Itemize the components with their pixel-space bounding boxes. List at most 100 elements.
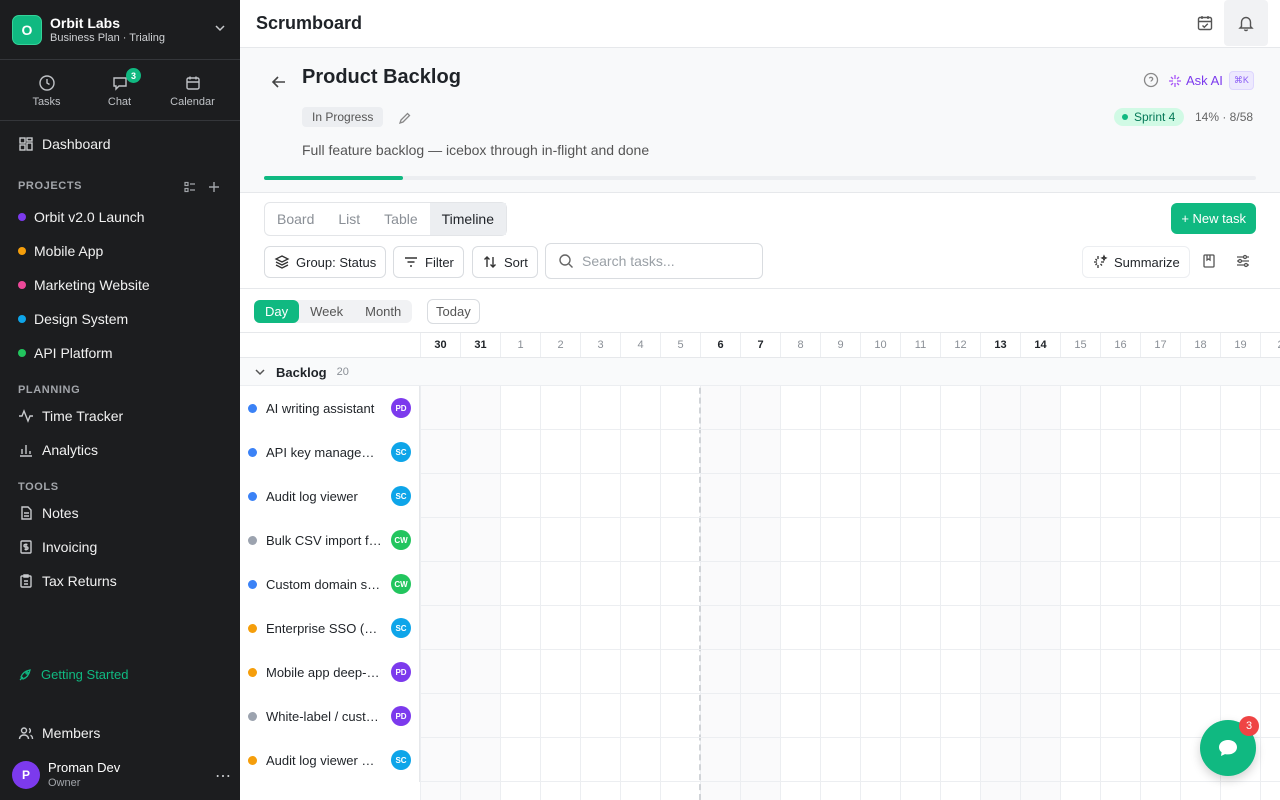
date-column-label: 16 — [1100, 333, 1140, 357]
priority-dot — [248, 623, 257, 633]
getting-started-link[interactable]: Getting Started — [18, 667, 128, 682]
quick-tasks[interactable]: Tasks — [10, 60, 83, 120]
sidebar-item-notes[interactable]: Notes — [0, 498, 240, 528]
avatar[interactable]: SC — [391, 618, 411, 638]
settings-sliders-icon[interactable] — [1235, 253, 1251, 269]
date-column-label: 18 — [1180, 333, 1220, 357]
table-row[interactable]: Custom domain support CW — [240, 562, 1280, 606]
task-name: Bulk CSV import flow — [266, 532, 382, 548]
sort-button[interactable]: Sort — [472, 246, 538, 278]
new-task-button[interactable]: + New task — [1171, 203, 1256, 234]
scale-week[interactable]: Week — [299, 300, 354, 323]
sidebar-item-analytics[interactable]: Analytics — [0, 435, 240, 465]
quick-nav: Tasks 3 Chat Calendar — [0, 60, 240, 121]
org-plan: Business Plan · Trialing — [50, 31, 165, 44]
calendar-check-button[interactable] — [1183, 0, 1227, 46]
task-label-cell[interactable]: Enterprise SSO (SAML) SC — [240, 606, 420, 650]
summarize-button[interactable]: Summarize — [1082, 246, 1190, 278]
avatar[interactable]: SC — [391, 442, 411, 462]
sidebar-item-project[interactable]: Mobile App — [0, 236, 240, 266]
back-arrow-icon[interactable] — [270, 73, 288, 91]
ask-ai-button[interactable]: Ask AI ⌘K — [1168, 71, 1254, 90]
projects-heading: PROJECTS — [18, 180, 83, 192]
status-badge[interactable]: In Progress — [302, 107, 384, 127]
search-icon — [559, 254, 573, 268]
notifications-button[interactable] — [1224, 0, 1268, 46]
avatar[interactable]: CW — [391, 574, 411, 594]
status-group-header[interactable]: Backlog 20 — [240, 358, 1280, 386]
table-row[interactable]: White-label / custom branding PD — [240, 694, 1280, 738]
sidebar-item-members[interactable]: Members — [0, 718, 240, 748]
date-column-label: 19 — [1220, 333, 1260, 357]
task-label-cell[interactable]: AI writing assistant PD — [240, 386, 420, 430]
task-label-cell[interactable]: Custom domain support CW — [240, 562, 420, 606]
task-label-cell[interactable]: White-label / custom branding PD — [240, 694, 420, 738]
chevron-down-icon — [255, 369, 265, 376]
sidebar-item-dashboard[interactable]: Dashboard — [0, 129, 240, 159]
ask-ai-label: Ask AI — [1186, 73, 1223, 88]
project-color-dot — [18, 281, 26, 289]
quick-calendar[interactable]: Calendar — [156, 60, 229, 120]
board-description: Full feature backlog — icebox through in… — [302, 142, 650, 158]
add-project-icon[interactable] — [208, 181, 220, 193]
scale-day[interactable]: Day — [254, 300, 300, 323]
user-profile[interactable]: P Proman Dev Owner ⋯ — [12, 760, 232, 790]
task-name: Audit log viewer with filters — [266, 752, 382, 768]
table-row[interactable]: Mobile app deep-linking PD — [240, 650, 1280, 694]
date-column-label: 14 — [1020, 333, 1060, 357]
avatar[interactable]: PD — [391, 398, 411, 418]
tab-board[interactable]: Board — [265, 203, 326, 235]
avatar[interactable]: SC — [391, 750, 411, 770]
app-root: O Orbit Labs Business Plan · Trialing Ta… — [0, 0, 1280, 800]
avatar[interactable]: PD — [391, 706, 411, 726]
sidebar-item-tax-returns[interactable]: Tax Returns — [0, 566, 240, 596]
sidebar-item-project[interactable]: Design System — [0, 304, 240, 334]
quick-chat[interactable]: 3 Chat — [83, 60, 156, 120]
sidebar-item-time-tracker[interactable]: Time Tracker — [0, 401, 240, 431]
sidebar-item-project[interactable]: Orbit v2.0 Launch — [0, 202, 240, 232]
task-name: Custom domain support — [266, 576, 382, 592]
task-label-cell[interactable]: Audit log viewer with filters SC — [240, 738, 420, 782]
sprint-badge[interactable]: Sprint 4 — [1114, 108, 1185, 126]
table-row[interactable]: Audit log viewer SC — [240, 474, 1280, 518]
task-label-cell[interactable]: Audit log viewer SC — [240, 474, 420, 518]
table-row[interactable]: API key management SC — [240, 430, 1280, 474]
group-count: 20 — [336, 366, 349, 378]
list-view-icon[interactable] — [184, 181, 196, 193]
org-switcher[interactable]: O Orbit Labs Business Plan · Trialing — [0, 0, 240, 60]
activity-icon — [19, 409, 33, 423]
table-row[interactable]: Enterprise SSO (SAML) SC — [240, 606, 1280, 650]
date-column-label: 3 — [580, 333, 620, 357]
bookmark-icon[interactable] — [1201, 253, 1217, 269]
today-button[interactable]: Today — [427, 299, 480, 324]
avatar[interactable]: SC — [391, 486, 411, 506]
more-options-icon[interactable]: ⋯ — [215, 766, 232, 786]
help-icon[interactable] — [1143, 72, 1159, 88]
avatar[interactable]: CW — [391, 530, 411, 550]
avatar[interactable]: PD — [391, 662, 411, 682]
date-column-label: 17 — [1140, 333, 1180, 357]
board-title: Product Backlog — [302, 66, 461, 88]
table-row[interactable]: AI writing assistant PD — [240, 386, 1280, 430]
sidebar-item-project[interactable]: Marketing Website — [0, 270, 240, 300]
sidebar-item-project[interactable]: API Platform — [0, 338, 240, 368]
chevron-down-icon — [215, 25, 225, 32]
search-input[interactable] — [582, 253, 752, 269]
scale-month[interactable]: Month — [354, 300, 412, 323]
filter-button[interactable]: Filter — [393, 246, 464, 278]
search-field[interactable] — [545, 243, 763, 279]
priority-dot — [248, 535, 257, 545]
task-name: Enterprise SSO (SAML) — [266, 620, 382, 636]
task-label-cell[interactable]: Mobile app deep-linking PD — [240, 650, 420, 694]
table-row[interactable]: Bulk CSV import flow CW — [240, 518, 1280, 562]
pencil-icon[interactable] — [398, 111, 412, 125]
table-row[interactable]: Audit log viewer with filters SC — [240, 738, 1280, 782]
sidebar-item-invoicing[interactable]: Invoicing — [0, 532, 240, 562]
tab-table[interactable]: Table — [372, 203, 429, 235]
group-by-button[interactable]: Group: Status — [264, 246, 387, 278]
priority-dot — [248, 579, 257, 589]
tab-timeline[interactable]: Timeline — [429, 203, 507, 235]
task-label-cell[interactable]: API key management SC — [240, 430, 420, 474]
task-label-cell[interactable]: Bulk CSV import flow CW — [240, 518, 420, 562]
tab-list[interactable]: List — [326, 203, 372, 235]
